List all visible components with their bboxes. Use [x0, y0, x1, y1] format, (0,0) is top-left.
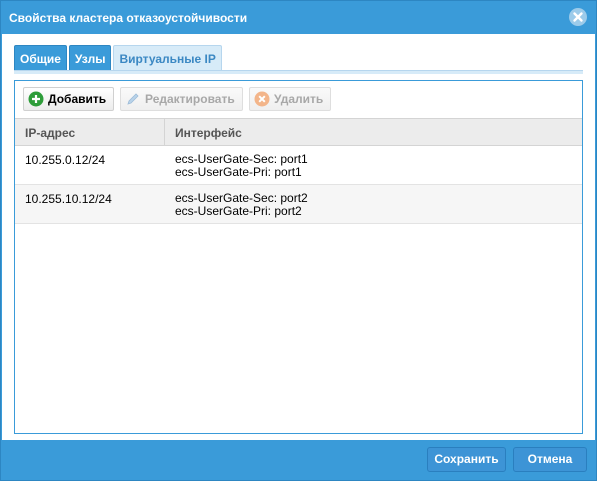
toolbar: Добавить Редактировать Удалить [15, 81, 582, 117]
close-button[interactable] [569, 8, 587, 26]
dialog-title: Свойства кластера отказоустойчивости [9, 11, 248, 25]
add-button[interactable]: Добавить [23, 87, 115, 111]
plus-circle-icon [28, 91, 44, 107]
virtual-ip-table: IP-адрес Интерфейс 10.255.0.12/24 ecs-Us… [15, 118, 582, 433]
table-row[interactable]: 10.255.10.12/24 ecs-UserGate-Sec: port2 … [15, 185, 582, 224]
table-header: IP-адрес Интерфейс [15, 118, 582, 146]
cell-interface: ecs-UserGate-Sec: port1 ecs-UserGate-Pri… [175, 153, 308, 179]
close-icon [573, 12, 583, 22]
interface-line: ecs-UserGate-Pri: port2 [175, 204, 302, 218]
tab-bar: Общие Узлы Виртуальные IP [14, 45, 222, 71]
dialog-body: Общие Узлы Виртуальные IP Добавить Редак… [2, 34, 595, 440]
cell-ip-address: 10.255.10.12/24 [25, 192, 112, 206]
virtual-ip-panel: Добавить Редактировать Удалить IP-адрес … [14, 80, 583, 434]
cancel-button[interactable]: Отмена [513, 447, 587, 472]
column-divider[interactable] [164, 119, 165, 145]
table-row[interactable]: 10.255.0.12/24 ecs-UserGate-Sec: port1 e… [15, 146, 582, 185]
cluster-properties-dialog: Свойства кластера отказоустойчивости Общ… [0, 0, 597, 481]
tab-virtual-ip[interactable]: Виртуальные IP [113, 45, 222, 71]
tab-general[interactable]: Общие [14, 45, 67, 71]
table-body: 10.255.0.12/24 ecs-UserGate-Sec: port1 e… [15, 146, 582, 224]
tab-nodes[interactable]: Узлы [68, 45, 112, 71]
interface-line: ecs-UserGate-Pri: port1 [175, 165, 302, 179]
edit-button[interactable]: Редактировать [120, 87, 243, 111]
pencil-icon [127, 93, 139, 105]
delete-button-label: Удалить [274, 92, 324, 106]
add-button-label: Добавить [48, 92, 107, 106]
column-header-interface[interactable]: Интерфейс [175, 126, 242, 140]
save-button[interactable]: Сохранить [427, 447, 506, 472]
x-circle-icon [254, 91, 270, 107]
delete-button[interactable]: Удалить [249, 87, 332, 111]
tab-strip [14, 70, 583, 74]
edit-button-label: Редактировать [145, 92, 235, 106]
dialog-footer: Сохранить Отмена [1, 440, 596, 480]
column-header-ip[interactable]: IP-адрес [25, 126, 75, 140]
cell-ip-address: 10.255.0.12/24 [25, 153, 106, 167]
dialog-titlebar[interactable]: Свойства кластера отказоустойчивости [1, 1, 596, 34]
cell-interface: ecs-UserGate-Sec: port2 ecs-UserGate-Pri… [175, 192, 308, 218]
